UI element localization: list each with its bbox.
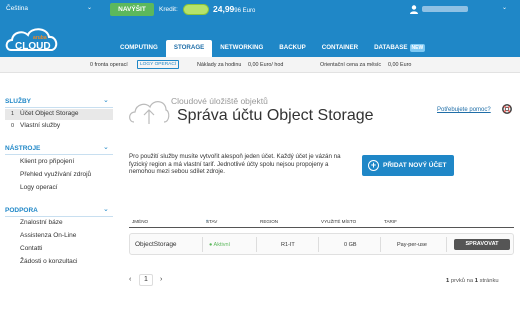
lifebuoy-icon[interactable] bbox=[502, 104, 512, 114]
sidebar-item-label: Assistenza On-Line bbox=[20, 232, 77, 239]
sidebar-item-own-services[interactable]: 0 Vlastní služby bbox=[5, 121, 113, 132]
hourly-cost-value: 0,00 Euro/ hod bbox=[248, 62, 284, 68]
sidebar-item-label: Logy operací bbox=[20, 184, 58, 191]
operation-logs-button[interactable]: LOGY OPERACÍ bbox=[137, 60, 180, 69]
sidebar-item-online-assistance[interactable]: Assistenza On-Line bbox=[5, 231, 113, 242]
sidebar-item-label: Vlastní služby bbox=[20, 122, 61, 129]
sidebar-item-label: Contatti bbox=[20, 245, 43, 252]
divider bbox=[380, 237, 381, 252]
sidebar-section-title[interactable]: SLUŽBY bbox=[5, 98, 31, 105]
divider bbox=[318, 237, 319, 252]
sidebar-item-label: Klient pro připojení bbox=[20, 158, 75, 165]
user-icon[interactable] bbox=[410, 5, 418, 14]
divider bbox=[5, 154, 113, 155]
cloud-upload-icon bbox=[129, 101, 170, 124]
column-header-usage[interactable]: VYUŽITÉ MÍSTO bbox=[321, 219, 356, 224]
sidebar-item-object-storage-account[interactable]: 1 Účet Object Storage bbox=[5, 109, 113, 120]
tab-backup[interactable]: BACKUP bbox=[271, 40, 313, 57]
prev-page-icon[interactable]: ‹ bbox=[129, 276, 131, 283]
credit-amount: 24,9996 Euro bbox=[213, 4, 256, 14]
chevron-down-icon[interactable]: ⌄ bbox=[103, 96, 109, 104]
tab-container[interactable]: CONTAINER bbox=[314, 40, 366, 57]
divider bbox=[446, 237, 447, 252]
page-subtitle: Cloudové úložiště objektů bbox=[171, 96, 268, 106]
status-badge: ● Aktivní bbox=[209, 242, 231, 248]
table-header: JMÉNO ^ STAV REGION VYUŽITÉ MÍSTO TARIF bbox=[132, 219, 397, 224]
aruba-cloud-logo[interactable]: aruba CLOUD bbox=[3, 22, 63, 56]
sidebar-item-label: Znalostní báze bbox=[20, 219, 63, 226]
add-account-label: PŘIDAT NOVÝ ÚČET bbox=[383, 162, 447, 169]
row-usage: 0 GB bbox=[344, 242, 357, 248]
top-bar: Čeština ⌄ NAVÝŠIT Kredit: 24,9996 Euro ⌄ bbox=[0, 0, 520, 21]
sidebar-section-title[interactable]: PODPORA bbox=[5, 207, 38, 214]
table-row[interactable]: ObjectStorage ● Aktivní R1-IT 0 GB Pay-p… bbox=[129, 233, 514, 255]
tab-networking[interactable]: NETWORKING bbox=[212, 40, 271, 57]
sidebar-item-operation-logs[interactable]: Logy operací bbox=[5, 183, 113, 194]
column-header-tarif[interactable]: TARIF bbox=[384, 219, 397, 224]
chevron-down-icon[interactable]: ⌄ bbox=[103, 143, 109, 151]
sidebar-item-knowledge-base[interactable]: Znalostní báze bbox=[5, 218, 113, 229]
tab-computing[interactable]: COMPUTING bbox=[112, 40, 166, 57]
svg-text:CLOUD: CLOUD bbox=[15, 41, 51, 52]
sidebar-item-contacts[interactable]: Contatti bbox=[5, 244, 113, 255]
chevron-down-icon[interactable]: ⌄ bbox=[87, 4, 92, 11]
sidebar-item-label: Žádosti o konzultaci bbox=[20, 258, 78, 265]
divider bbox=[202, 237, 203, 252]
row-name: ObjectStorage bbox=[135, 241, 177, 248]
user-menu-chevron-icon[interactable]: ⌄ bbox=[502, 4, 507, 11]
plus-icon: + bbox=[368, 160, 379, 171]
main-nav-tabs: COMPUTING STORAGE NETWORKING BACKUP CONT… bbox=[112, 40, 433, 57]
page-number-current[interactable]: 1 bbox=[139, 274, 153, 286]
credit-gauge-icon bbox=[183, 4, 209, 15]
language-select[interactable]: Čeština bbox=[6, 5, 28, 12]
row-region: R1-IT bbox=[281, 242, 295, 248]
table-header-divider bbox=[129, 227, 514, 228]
item-count: 1 bbox=[11, 111, 15, 117]
monthly-cost-value: 0,00 Euro bbox=[388, 62, 412, 68]
sidebar-item-label: Účet Object Storage bbox=[20, 110, 79, 117]
hourly-cost-label: Náklady za hodinu bbox=[197, 62, 242, 68]
chevron-down-icon[interactable]: ⌄ bbox=[103, 205, 109, 213]
topup-button[interactable]: NAVÝŠIT bbox=[110, 3, 154, 16]
page-info: 1 prvků na 1 stránku bbox=[446, 278, 499, 284]
sidebar-item-consultation-requests[interactable]: Žádosti o konzultaci bbox=[5, 257, 113, 268]
tab-database[interactable]: DATABASE NEW bbox=[366, 40, 433, 57]
help-link[interactable]: Potřebujete pomoc? bbox=[437, 107, 491, 113]
sidebar-section-title[interactable]: NÁSTROJE bbox=[5, 145, 40, 152]
divider bbox=[5, 216, 113, 217]
row-tarif: Pay-per-use bbox=[397, 242, 427, 248]
description-text: Pro použití služby musíte vytvořit alesp… bbox=[129, 153, 341, 176]
manage-button[interactable]: SPRAVOVAT bbox=[454, 239, 510, 250]
column-header-region[interactable]: REGION bbox=[260, 219, 278, 224]
new-badge: NEW bbox=[409, 44, 426, 52]
sidebar-item-label: Přehled využívání zdrojů bbox=[20, 171, 92, 178]
credit-label: Kredit: bbox=[159, 6, 178, 13]
page-title: Správa účtu Object Storage bbox=[177, 107, 374, 124]
divider bbox=[5, 107, 113, 108]
next-page-icon[interactable]: › bbox=[160, 276, 162, 283]
add-account-button[interactable]: + PŘIDAT NOVÝ ÚČET bbox=[362, 155, 454, 176]
user-name-redacted[interactable] bbox=[422, 6, 468, 12]
tab-storage[interactable]: STORAGE bbox=[165, 40, 213, 57]
divider bbox=[256, 237, 257, 252]
monthly-cost-label: Orientační cena za měsíc bbox=[320, 62, 382, 68]
column-header-name[interactable]: JMÉNO bbox=[132, 219, 148, 224]
item-count: 0 bbox=[11, 123, 15, 129]
sidebar-item-resource-usage[interactable]: Přehled využívání zdrojů bbox=[5, 170, 113, 181]
queue-text: 0 fronta operací bbox=[90, 62, 128, 68]
sidebar-item-connection-client[interactable]: Klient pro připojení bbox=[5, 157, 113, 168]
status-strip: 0 fronta operací LOGY OPERACÍ Náklady za… bbox=[0, 57, 520, 73]
